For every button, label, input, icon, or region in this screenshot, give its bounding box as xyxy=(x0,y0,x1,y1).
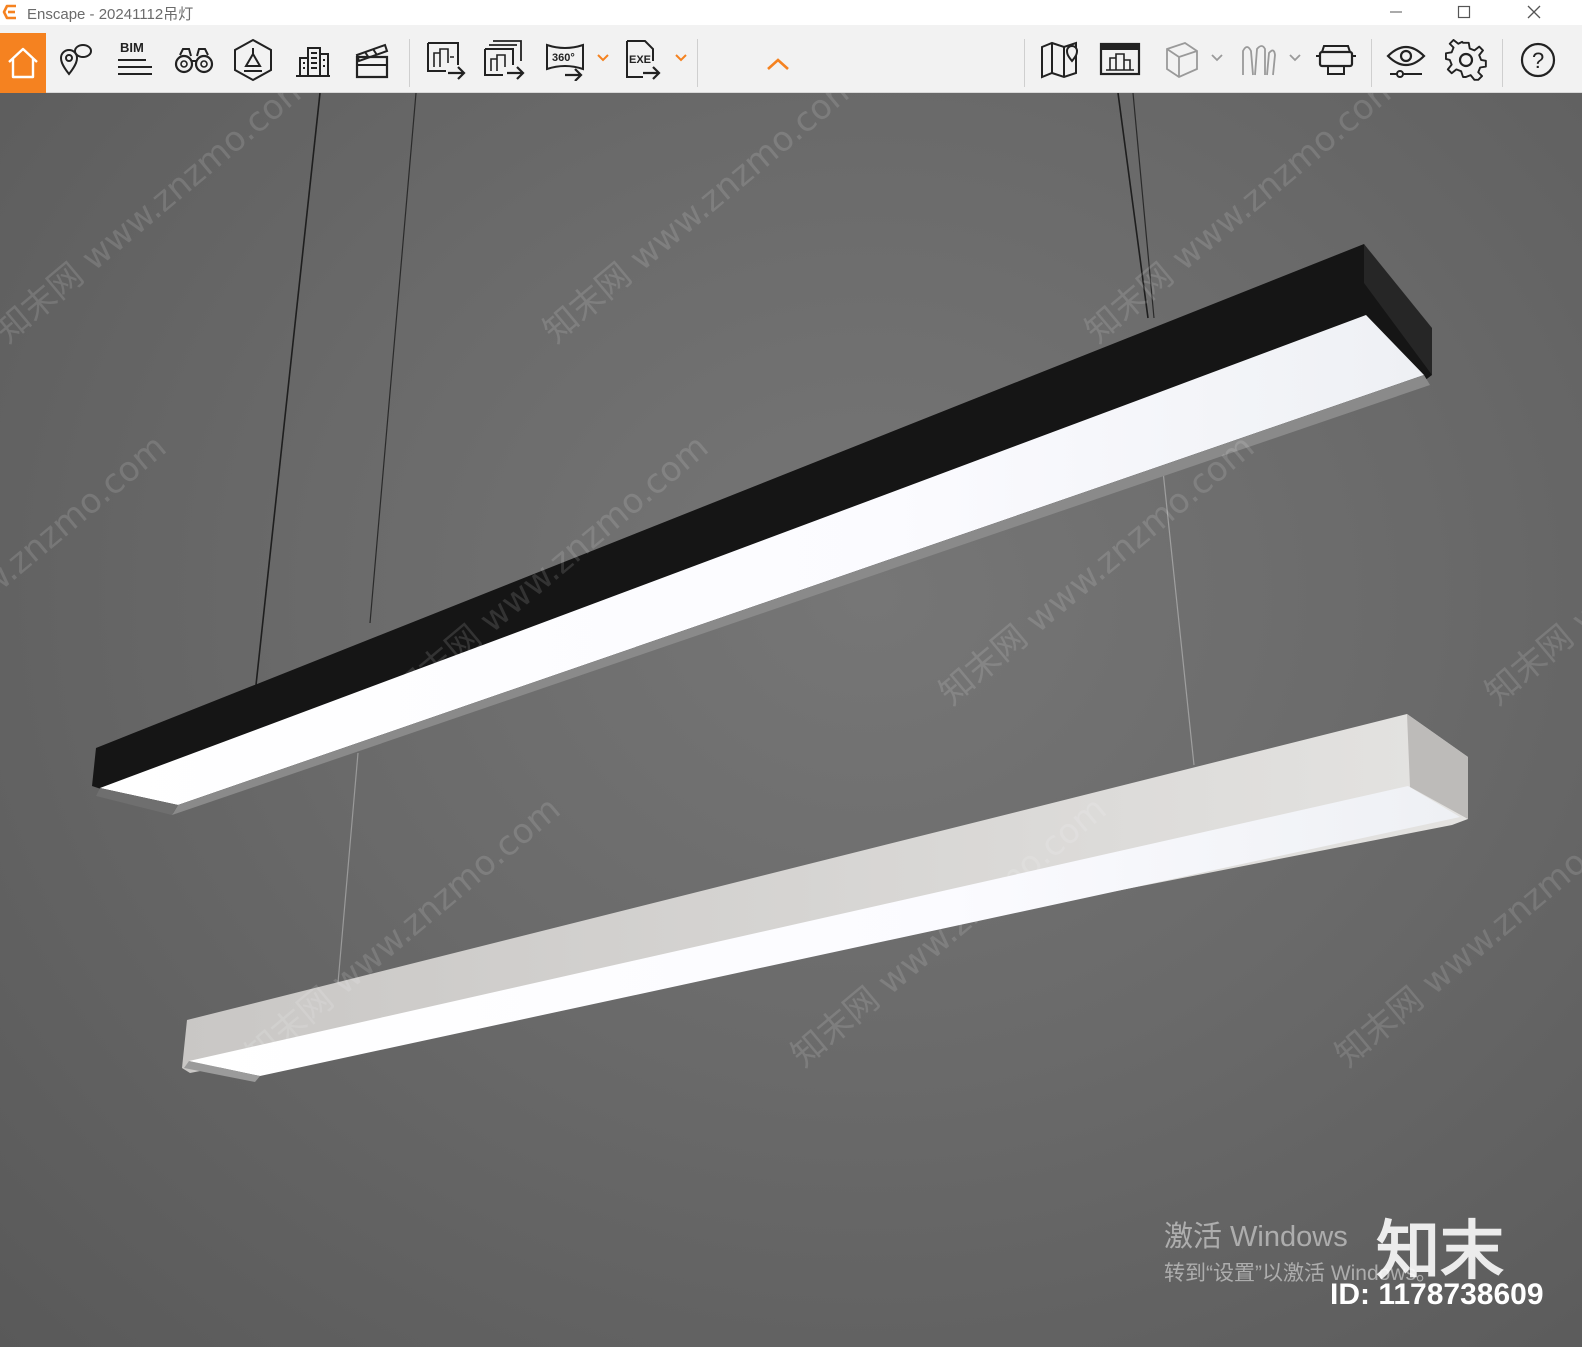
render-viewport[interactable]: 知末网 www.znzmo.com 知末网 www.znzmo.com 知末网 … xyxy=(0,93,1582,1347)
pendant-lights-scene xyxy=(92,93,1468,1082)
walk-mode-button[interactable] xyxy=(1232,33,1284,87)
home-icon xyxy=(8,47,38,79)
help-button[interactable]: ? xyxy=(1512,33,1564,87)
chevron-down-icon xyxy=(597,54,609,62)
window-title: Enscape - 20241112吊灯 xyxy=(27,6,194,23)
screenshot-gallery-button[interactable] xyxy=(1094,33,1146,87)
toolbar-separator xyxy=(1502,39,1503,87)
cube-view-button[interactable] xyxy=(1154,33,1206,87)
binoculars-button[interactable] xyxy=(168,33,220,87)
views-pin-icon xyxy=(59,44,92,76)
panorama-button[interactable]: 360° xyxy=(539,33,591,87)
vr-headset-button[interactable] xyxy=(1310,33,1362,87)
home-button[interactable] xyxy=(0,33,46,93)
help-icon: ? xyxy=(1520,42,1556,78)
minimize-button[interactable] xyxy=(1374,0,1420,25)
render-screenshot-button[interactable] xyxy=(420,33,472,87)
batch-render-button[interactable] xyxy=(479,33,531,87)
vr-headset-icon xyxy=(1316,45,1356,75)
maximize-icon xyxy=(1457,5,1471,19)
cube-view-icon xyxy=(1166,42,1198,79)
toolbar-separator xyxy=(409,39,410,87)
toolbar-separator xyxy=(1024,39,1025,87)
walk-mode-dropdown[interactable] xyxy=(1288,51,1304,65)
panorama-label: 360° xyxy=(552,52,575,64)
binoculars-icon xyxy=(174,48,214,74)
image-id-label: ID: 1178738609 xyxy=(1330,1278,1544,1311)
toolbar-separator xyxy=(1371,39,1372,87)
batch-render-icon xyxy=(484,40,525,80)
walk-figure-icon xyxy=(1242,45,1276,76)
black-linear-light xyxy=(92,244,1432,815)
asset-library-icon xyxy=(296,47,330,77)
exe-export-icon: EXE xyxy=(626,40,661,80)
views-button[interactable] xyxy=(49,33,101,87)
toolbar-separator xyxy=(697,39,698,87)
chevron-down-icon xyxy=(1289,54,1301,62)
exe-label: EXE xyxy=(629,54,651,66)
chevron-down-icon xyxy=(675,54,687,62)
panorama-dropdown[interactable] xyxy=(596,51,612,65)
light-view-icon xyxy=(234,38,272,82)
bim-list-icon: BIM xyxy=(118,40,152,75)
title-bar: Enscape - 20241112吊灯 xyxy=(0,0,1582,25)
main-toolbar: BIM 360° EXE ? xyxy=(0,25,1582,93)
map-icon xyxy=(1041,41,1079,79)
light-view-button[interactable] xyxy=(227,33,279,87)
video-editor-button[interactable] xyxy=(346,33,398,87)
collapse-toolbar-button[interactable] xyxy=(754,33,802,87)
maximize-button[interactable] xyxy=(1442,0,1488,25)
bim-button[interactable]: BIM xyxy=(108,33,160,87)
settings-gear-icon xyxy=(1445,39,1487,81)
help-label: ? xyxy=(1532,48,1544,73)
close-window-button[interactable] xyxy=(1512,0,1558,25)
chevron-up-icon xyxy=(767,58,789,71)
exe-export-button[interactable]: EXE xyxy=(617,33,669,87)
visual-settings-icon xyxy=(1386,45,1426,78)
asset-library-button[interactable] xyxy=(287,33,339,87)
close-icon xyxy=(1527,5,1541,19)
map-button[interactable] xyxy=(1034,33,1086,87)
video-editor-icon xyxy=(355,43,389,79)
cube-view-dropdown[interactable] xyxy=(1210,51,1226,65)
visual-settings-button[interactable] xyxy=(1380,33,1432,87)
exe-export-dropdown[interactable] xyxy=(674,51,690,65)
render-screenshot-icon xyxy=(427,42,466,80)
chevron-down-icon xyxy=(1211,54,1223,62)
bim-label: BIM xyxy=(120,40,144,55)
enscape-logo-icon xyxy=(2,4,16,20)
settings-button[interactable] xyxy=(1440,33,1492,87)
screenshot-gallery-icon xyxy=(1099,42,1141,76)
minimize-icon xyxy=(1390,11,1402,13)
panorama-360-icon: 360° xyxy=(546,43,584,81)
